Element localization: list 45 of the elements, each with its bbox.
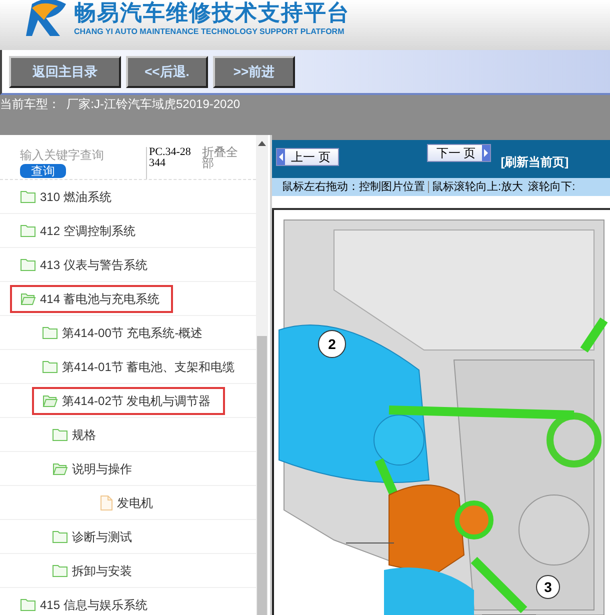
folder-icon xyxy=(42,326,58,340)
open-folder-icon xyxy=(20,292,36,306)
folder-icon xyxy=(20,190,36,204)
scrollbar-thumb[interactable] xyxy=(257,336,267,615)
tree-item[interactable]: 拆卸与安装 xyxy=(52,556,144,584)
folder-icon xyxy=(52,428,68,442)
tree-item[interactable]: 412 空调控制系统 xyxy=(20,216,148,244)
folder-icon xyxy=(52,564,68,578)
tree-item[interactable]: 414 蓄电池与充电系统 xyxy=(10,284,174,312)
search-button[interactable]: 查询 xyxy=(20,164,66,178)
hint-text: 滚轮向下: xyxy=(528,180,576,195)
folder-icon xyxy=(52,530,68,544)
folder-icon xyxy=(20,258,36,272)
tree-item[interactable]: 413 仪表与警告系统 xyxy=(20,250,160,278)
tree-item[interactable]: 415 信息与娱乐系统 xyxy=(20,590,160,615)
tree-item[interactable]: 310 燃油系统 xyxy=(20,182,124,210)
site-subtitle: CHANG YI AUTO MAINTENANCE TECHNOLOGY SUPPORT PLATFORM xyxy=(74,26,346,38)
keyword-search-field[interactable]: 输入关键字查询 xyxy=(20,147,140,163)
tree-item[interactable]: 诊断与测试 xyxy=(52,522,144,550)
document-icon xyxy=(100,494,113,510)
current-model-text: 当前车型： 厂家:J-江铃汽车域虎52019-2020 xyxy=(0,96,240,112)
tree-item[interactable]: 第414-01节 蓄电池、支架和电缆 xyxy=(42,352,247,380)
folder-icon xyxy=(20,598,36,612)
hint-text: 鼠标左右拖动：控制图片位置 xyxy=(282,180,425,195)
scrollbar[interactable] xyxy=(256,135,268,615)
next-page-button[interactable]: 下一 页 xyxy=(427,144,491,162)
refresh-page-link[interactable]: [刷新当前页] xyxy=(500,153,569,171)
nav-button[interactable]: 返回主目录 xyxy=(9,56,121,88)
site-title: 畅易汽车维修技术支持平台 xyxy=(74,0,350,26)
folder-icon xyxy=(20,224,36,238)
scroll-up-arrow-icon[interactable] xyxy=(258,141,266,146)
collapse-all-link[interactable]: 折叠全部 xyxy=(202,147,240,169)
nav-button[interactable]: <<后退. xyxy=(126,56,208,88)
tree-item[interactable]: 第414-02节 发电机与调节器 xyxy=(32,386,225,414)
open-folder-icon xyxy=(52,462,68,476)
code-text: PC.34-28344 xyxy=(146,147,196,179)
tree-item[interactable]: 说明与操作 xyxy=(52,454,144,482)
previous-page-button[interactable]: 上一 页 xyxy=(276,148,340,166)
nav-button[interactable]: >>前进 xyxy=(213,56,295,88)
tree-item[interactable]: 第414-00节 充电系统-概述 xyxy=(42,318,215,346)
tree-item[interactable]: 发电机 xyxy=(100,488,165,516)
folder-icon xyxy=(42,360,58,374)
open-folder-icon xyxy=(42,394,58,408)
hint-text: 鼠标滚轮向上:放大 xyxy=(432,180,524,195)
tree-item[interactable]: 规格 xyxy=(52,420,108,448)
